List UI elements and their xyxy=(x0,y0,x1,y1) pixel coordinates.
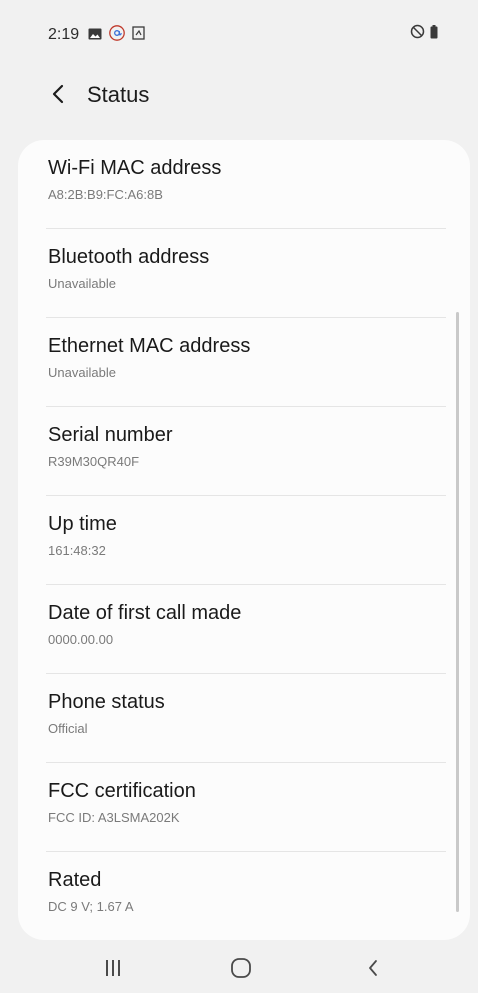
item-title: Wi-Fi MAC address xyxy=(48,157,222,179)
item-title: Up time xyxy=(48,513,117,535)
item-value: 0000.00.00 xyxy=(48,632,114,647)
do-not-disturb-icon xyxy=(410,24,425,44)
recent-apps-icon xyxy=(105,959,121,982)
scrollbar[interactable] xyxy=(456,312,459,912)
page-title: Status xyxy=(87,82,150,107)
list-item-ethernet-mac[interactable]: Ethernet MAC address Unavailable xyxy=(46,318,446,407)
item-title: Rated xyxy=(48,869,102,891)
gallery-icon xyxy=(88,27,102,45)
system-icons xyxy=(410,24,438,44)
item-title: Phone status xyxy=(48,691,165,713)
screenshot-icon xyxy=(132,26,145,45)
item-value: Unavailable xyxy=(48,276,116,291)
list-item-rated[interactable]: Rated DC 9 V; 1.67 A xyxy=(46,852,446,940)
item-value: 161:48:32 xyxy=(48,543,106,558)
at-sign-icon xyxy=(109,25,125,46)
item-value: Unavailable xyxy=(48,365,116,380)
back-button[interactable] xyxy=(40,78,76,114)
list-item-up-time[interactable]: Up time 161:48:32 xyxy=(46,496,446,585)
status-bar: 2:19 xyxy=(0,0,478,60)
notification-icons xyxy=(88,25,145,46)
back-icon xyxy=(367,959,379,982)
item-title: FCC certification xyxy=(48,780,196,802)
nav-back-button[interactable] xyxy=(353,953,393,987)
list-item-serial-number[interactable]: Serial number R39M30QR40F xyxy=(46,407,446,496)
status-time: 2:19 xyxy=(48,26,80,43)
status-list-card: Wi-Fi MAC address A8:2B:B9:FC:A6:8B Blue… xyxy=(18,140,470,940)
app-header: Status xyxy=(0,70,478,120)
item-title: Serial number xyxy=(48,424,173,446)
navigation-bar xyxy=(0,945,478,993)
list-item-wifi-mac[interactable]: Wi-Fi MAC address A8:2B:B9:FC:A6:8B xyxy=(46,140,446,229)
screen: 2:19 Status Wi-Fi MAC address A8:2B:B9:F… xyxy=(0,0,478,993)
item-value: DC 9 V; 1.67 A xyxy=(48,899,134,914)
list-item-fcc-certification[interactable]: FCC certification FCC ID: A3LSMA202K xyxy=(46,763,446,852)
item-value: Official xyxy=(48,721,88,736)
item-value: R39M30QR40F xyxy=(48,454,140,469)
battery-icon xyxy=(430,24,438,44)
item-title: Bluetooth address xyxy=(48,246,210,268)
chevron-left-icon xyxy=(51,83,65,110)
item-title: Date of first call made xyxy=(48,602,242,624)
list-item-phone-status[interactable]: Phone status Official xyxy=(46,674,446,763)
item-value: FCC ID: A3LSMA202K xyxy=(48,810,180,825)
list-item-bluetooth-address[interactable]: Bluetooth address Unavailable xyxy=(46,229,446,318)
list-item-first-call-date[interactable]: Date of first call made 0000.00.00 xyxy=(46,585,446,674)
home-button[interactable] xyxy=(221,953,261,987)
item-value: A8:2B:B9:FC:A6:8B xyxy=(48,187,163,202)
recent-apps-button[interactable] xyxy=(93,953,133,987)
home-icon xyxy=(230,957,252,984)
item-title: Ethernet MAC address xyxy=(48,335,251,357)
